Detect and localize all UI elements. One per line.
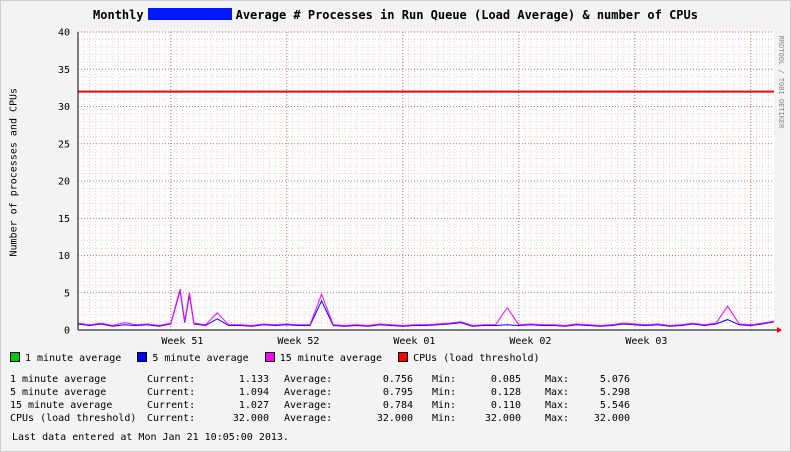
- stats-name: 5 minute average: [10, 387, 107, 398]
- stats-average-label: Average:: [284, 387, 333, 398]
- y-tick-label: 40: [58, 28, 70, 39]
- stats-average-label: Average:: [284, 413, 333, 424]
- legend-label-cpus: CPUs (load threshold): [413, 353, 540, 364]
- stats-current-value: 32.000: [232, 413, 269, 424]
- chart-plot: 0 5 10 15 20 25 30 35 40 Week 51 Week 52 Week 01 Wee…: [58, 28, 782, 347]
- stats-row-5min: 5 minute average Current: 1.094 Average:…: [10, 386, 630, 399]
- y-tick-label: 35: [58, 65, 70, 76]
- stats-min-label: Min:: [432, 413, 457, 424]
- legend-item-1min: 1 minute average: [10, 352, 121, 364]
- stats-name: 15 minute average: [10, 400, 113, 411]
- legend-item-5min: 5 minute average: [137, 352, 249, 364]
- stats-min-label: Min:: [432, 400, 457, 411]
- legend-item-15min: 15 minute average: [264, 352, 383, 364]
- stats-min-value: 0.128: [490, 387, 521, 398]
- stats-name: CPUs (load threshold): [10, 413, 137, 424]
- y-tick-label: 0: [64, 326, 70, 337]
- legend-swatch-cpus: [398, 352, 409, 362]
- stats-average-value: 0.795: [382, 387, 413, 398]
- y-tick-label: 15: [58, 214, 70, 225]
- last-update-text: Last data entered at Mon Jan 21 10:05:00…: [12, 432, 289, 443]
- stats-max-label: Max:: [545, 387, 570, 398]
- stats-max-value: 5.298: [599, 387, 630, 398]
- x-tick-label: Week 52: [277, 336, 319, 347]
- legend-label-1min: 1 minute average: [25, 353, 122, 364]
- stats-table: 1 minute average Current: 1.133 Average:…: [10, 373, 630, 425]
- stats-average-label: Average:: [284, 374, 333, 385]
- y-tick-label: 5: [64, 288, 70, 299]
- stats-max-value: 5.546: [599, 400, 630, 411]
- stats-current-value: 1.027: [238, 400, 269, 411]
- stats-row-15min: 15 minute average Current: 1.027 Average…: [10, 399, 630, 412]
- legend-swatch-5min: [137, 352, 148, 362]
- stats-max-label: Max:: [545, 413, 570, 424]
- stats-max-label: Max:: [545, 400, 570, 411]
- stats-max-label: Max:: [545, 374, 570, 385]
- y-tick-label: 10: [58, 251, 70, 262]
- legend-item-cpus: CPUs (load threshold): [398, 352, 540, 364]
- stats-name: 1 minute average: [10, 374, 107, 385]
- legend-label-5min: 5 minute average: [152, 353, 249, 364]
- x-tick-label: Week 01: [393, 336, 435, 347]
- stats-current-label: Current:: [147, 374, 196, 385]
- y-tick-label: 20: [58, 177, 70, 188]
- x-tick-label: Week 03: [625, 336, 667, 347]
- stats-min-label: Min:: [432, 387, 457, 398]
- stats-min-value: 0.085: [490, 374, 521, 385]
- stats-max-value: 32.000: [593, 413, 630, 424]
- stats-min-label: Min:: [432, 374, 457, 385]
- stats-average-value: 0.784: [382, 400, 413, 411]
- stats-min-value: 0.110: [490, 400, 521, 411]
- stats-row-1min: 1 minute average Current: 1.133 Average:…: [10, 373, 630, 386]
- y-tick-label: 25: [58, 139, 70, 150]
- stats-max-value: 5.076: [599, 374, 630, 385]
- stats-row-cpus: CPUs (load threshold) Current: 32.000 Av…: [10, 412, 630, 425]
- stats-current-label: Current:: [147, 400, 196, 411]
- stats-current-value: 1.094: [238, 387, 269, 398]
- stats-average-value: 0.756: [382, 374, 413, 385]
- legend-swatch-1min: [10, 352, 20, 362]
- legend-label-15min: 15 minute average: [279, 353, 383, 364]
- stats-min-value: 32.000: [484, 413, 521, 424]
- legend-swatch-15min: [264, 352, 275, 362]
- x-tick-label: Week 51: [161, 336, 203, 347]
- stats-current-label: Current:: [147, 387, 196, 398]
- x-axis-arrow: [777, 327, 782, 333]
- stats-average-label: Average:: [284, 400, 333, 411]
- stats-current-label: Current:: [147, 413, 196, 424]
- legend: 1 minute average 5 minute average 15 min…: [10, 352, 550, 364]
- x-tick-label: Week 02: [509, 336, 551, 347]
- y-tick-label: 30: [58, 102, 70, 113]
- stats-current-value: 1.133: [238, 374, 269, 385]
- stats-average-value: 32.000: [376, 413, 413, 424]
